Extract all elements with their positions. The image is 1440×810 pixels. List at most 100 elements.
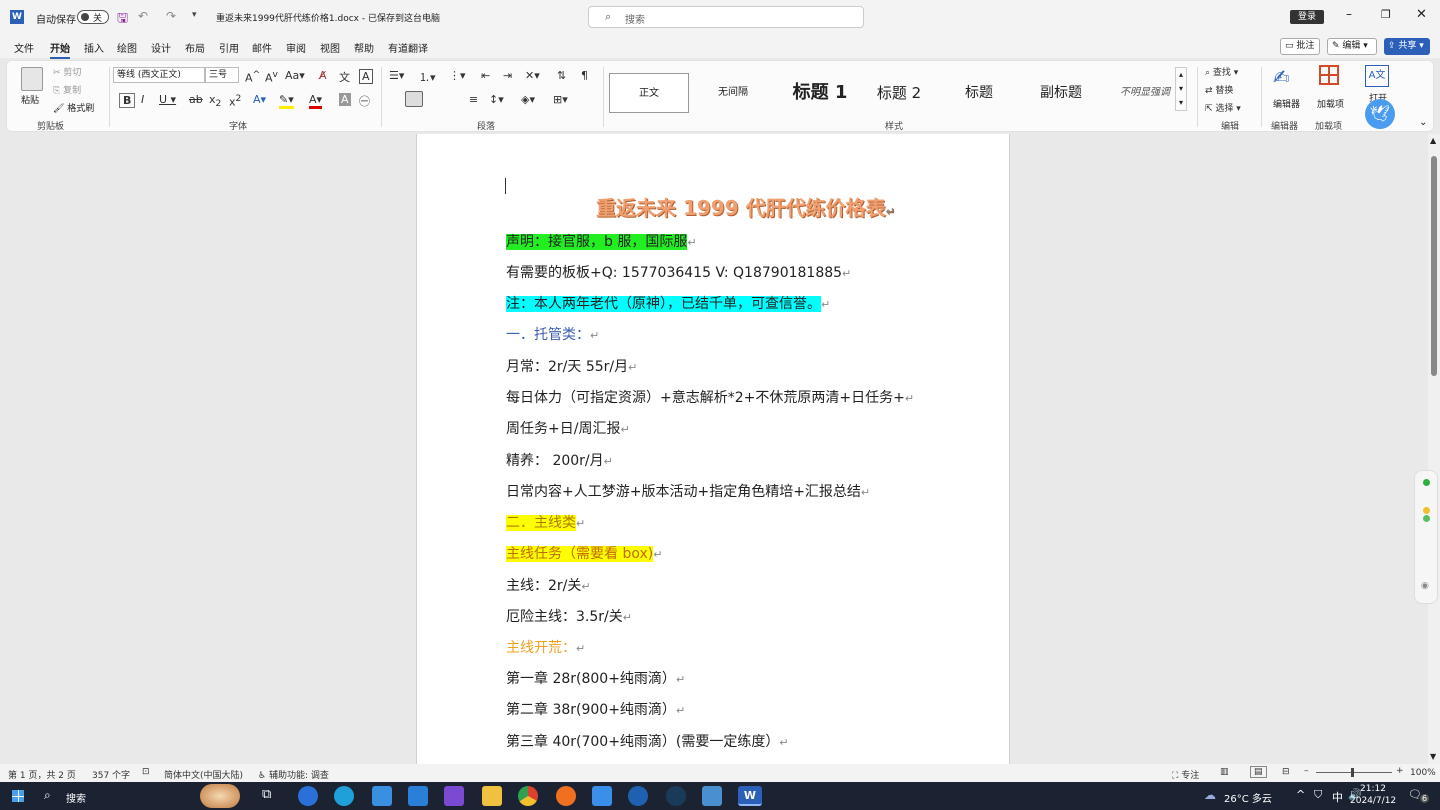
font-name-select[interactable]: 等线 (西文正文) [113,67,205,83]
style-title[interactable]: 标题 [939,73,1019,113]
focus-button[interactable]: ⛶ 专注 [1172,768,1199,781]
phonetic-icon[interactable]: 文 [339,69,350,85]
weather-label[interactable]: 26°C 多云 [1224,790,1272,805]
addins-icon[interactable] [1319,65,1339,85]
shrink-font-icon[interactable]: Av [265,69,278,85]
zoom-slider[interactable] [1316,768,1392,777]
app-icon-1[interactable] [298,786,318,806]
app-bird-icon[interactable] [592,786,612,806]
app-blue-icon[interactable] [702,786,722,806]
document-line[interactable]: 精养： 200r/月↵ [506,451,613,472]
search-app-icon[interactable] [628,786,648,806]
tab-layout[interactable]: 布局 [185,40,205,55]
format-painter-button[interactable]: 🖌 格式刷 [53,101,94,114]
addins-label[interactable]: 加载项 [1317,97,1344,110]
zoom-thumb[interactable] [1351,768,1354,777]
zoom-out-icon[interactable]: – [1304,766,1309,776]
select-button[interactable]: ⇱ 选择 ▾ [1205,101,1241,114]
comment-button[interactable]: ▭ 批注 [1280,38,1320,55]
web-layout-icon[interactable]: ⊟ [1282,767,1290,777]
document-line[interactable]: 声明：接官服，b 服，国际服↵ [506,232,697,253]
increase-indent-icon[interactable]: ⇥ [503,69,512,82]
tab-review[interactable]: 审阅 [286,40,306,55]
accessibility[interactable]: ♿ 辅助功能: 调查 [258,768,329,781]
taskbar-search-label[interactable]: 搜索 [66,790,86,805]
line-spacing-icon[interactable]: ↕▾ [489,93,504,106]
close-icon[interactable]: ✕ [1416,7,1427,22]
align-justify-icon[interactable]: ≡ [469,93,478,106]
page-count[interactable]: 第 1 页，共 2 页 [8,768,76,781]
start-icon[interactable] [12,790,24,802]
chinese-layout-icon[interactable]: ✕▾ [525,69,540,82]
document-line[interactable]: 主线任务（需要看 box)↵ [506,544,662,565]
document-line[interactable]: 日常内容+人工梦游+版本活动+指定角色精培+汇报总结↵ [506,482,870,503]
ime-label[interactable]: 中 [1332,789,1343,805]
font-size-select[interactable]: 三号 [205,67,239,83]
edit-mode-button[interactable]: ✎ 编辑 ▾ [1327,38,1377,55]
search-box[interactable]: ⌕ 搜索 [588,6,864,28]
style-heading1[interactable]: 标题 1 [775,73,865,113]
cut-button[interactable]: ✂ 剪切 [53,65,81,78]
zoom-level[interactable]: 100% [1410,768,1436,778]
tab-view[interactable]: 视图 [320,40,340,55]
document-line[interactable]: 注：本人两年老代（原神），已结千单，可查信誉。↵ [506,294,830,315]
show-marks-icon[interactable]: ¶ [581,69,588,82]
translate-icon[interactable]: A文 [1365,65,1389,87]
visual-studio-icon[interactable] [444,786,464,806]
store-icon[interactable] [372,786,392,806]
document-line[interactable]: 月常：2r/天 55r/月↵ [506,357,637,378]
save-icon[interactable]: 🖫 [117,9,128,31]
underline-icon[interactable]: U ▾ [159,93,176,106]
strikethrough-icon[interactable]: ab [189,93,203,106]
document-line[interactable]: 主线开荒：↵ [506,638,585,659]
bird-assistant-icon[interactable]: 🕊 [1365,99,1395,129]
enclose-char-icon[interactable]: ㊀ [359,93,370,109]
customize-icon[interactable]: ▾ [192,10,197,20]
scroll-down-icon[interactable]: ▼ [1430,752,1436,761]
bullets-icon[interactable]: ☰▾ [389,69,404,82]
tab-home[interactable]: 开始 [50,40,70,59]
mail-icon[interactable] [408,786,428,806]
autosave-toggle[interactable]: 关 [77,10,109,24]
document-line[interactable]: 有需要的板板+Q: 1577036415 V: Q18790181885↵ [506,263,851,284]
sort-icon[interactable]: ⇅ [557,69,566,82]
editor-icon[interactable]: ✍ [1273,65,1290,89]
subscript-icon[interactable]: x2 [209,93,221,109]
scroll-thumb[interactable] [1431,156,1437,376]
tab-file[interactable]: 文件 [14,40,34,55]
document-line[interactable]: 每日体力（可指定资源）+意志解析*2+不休荒原两清+日任务+↵ [506,388,914,409]
shape-swatch[interactable] [405,91,423,107]
style-normal[interactable]: 正文 [609,73,689,113]
minimize-icon[interactable]: – [1346,7,1352,21]
paste-icon[interactable] [21,67,43,91]
bold-icon[interactable]: B [119,93,136,108]
highlight-icon[interactable]: ✎▾ [279,93,294,109]
word-taskbar-icon[interactable]: W [738,786,762,806]
ribbon-collapse-icon[interactable]: ⌄ [1419,117,1427,128]
style-no-spacing[interactable]: 无间隔 [693,73,773,113]
shading-icon[interactable]: ◈▾ [521,93,535,106]
clock-time[interactable]: 21:12 [1360,784,1386,794]
taskbar-search-icon[interactable]: ⌕ [44,788,51,803]
style-heading2[interactable]: 标题 2 [859,73,939,113]
weather-icon[interactable]: ☁ [1204,788,1216,802]
clock-date[interactable]: 2024/7/12 [1350,796,1396,806]
replace-button[interactable]: ⇄ 替换 [1205,83,1233,96]
scroll-up-icon[interactable]: ▲ [1430,136,1436,145]
grow-font-icon[interactable]: A^ [245,69,260,85]
language[interactable]: 简体中文(中国大陆) [164,768,243,781]
restore-icon[interactable]: ❐ [1381,8,1391,21]
firefox-icon[interactable] [556,786,576,806]
multilevel-icon[interactable]: ⋮▾ [449,69,466,82]
char-shading-icon[interactable]: A [339,93,351,106]
tab-insert[interactable]: 插入 [84,40,104,55]
vertical-scrollbar[interactable]: ▲ ▼ [1428,134,1440,764]
clear-format-icon[interactable]: A̸ [319,69,327,82]
proofing-icon[interactable]: ⊡ [142,767,150,777]
tab-help[interactable]: 帮助 [354,40,374,55]
numbering-icon[interactable]: ⒈▾ [419,69,436,85]
word-count[interactable]: 357 个字 [92,768,130,781]
editor-label[interactable]: 编辑器 [1273,97,1300,110]
redo-icon[interactable]: ↷ [166,9,176,23]
document-line[interactable]: 一．托管类：↵ [506,325,599,346]
